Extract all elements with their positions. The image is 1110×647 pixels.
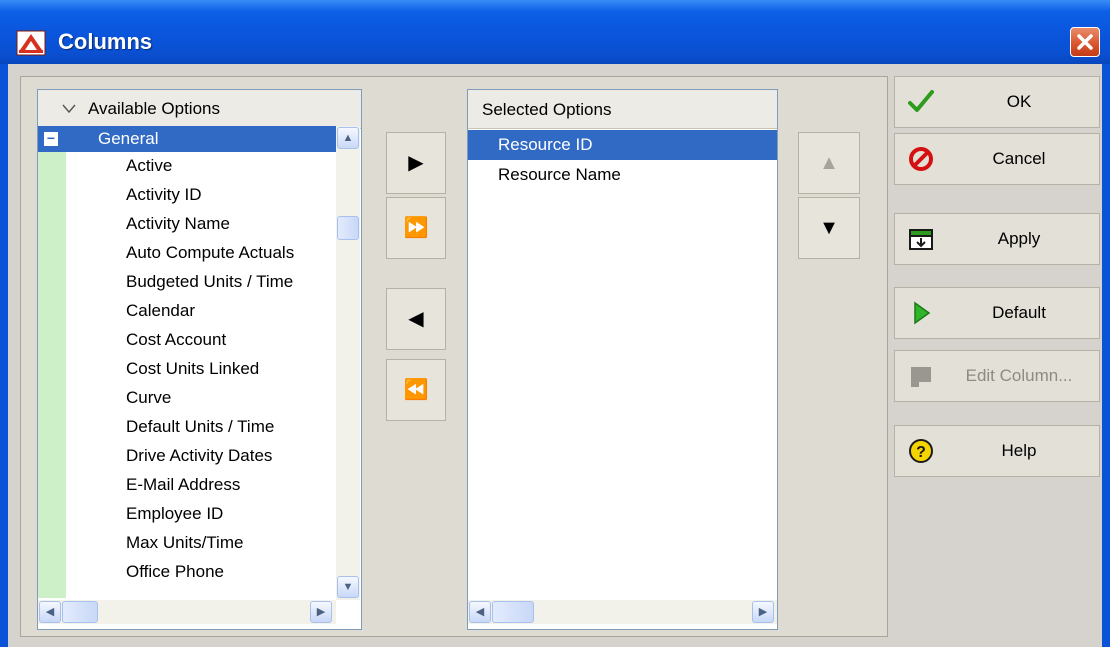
available-options-title: Available Options (88, 99, 220, 118)
cancel-button[interactable]: Cancel (894, 133, 1100, 185)
apply-label: Apply (997, 229, 1041, 248)
help-label: Help (1001, 441, 1037, 460)
scroll-thumb[interactable] (492, 601, 534, 623)
add-all-button[interactable]: ⏩ (386, 197, 446, 259)
apply-icon (909, 229, 933, 250)
available-vertical-scrollbar[interactable]: ▲ ▼ (336, 126, 360, 600)
close-icon (1077, 34, 1093, 50)
ok-button[interactable]: OK (894, 76, 1100, 128)
help-icon: ? (909, 439, 933, 463)
checkmark-icon (908, 90, 934, 112)
list-item[interactable]: Auto Compute Actuals (126, 239, 334, 267)
list-item[interactable]: Employee ID (126, 500, 334, 528)
list-item[interactable]: Calendar (126, 297, 334, 325)
window-title: Columns (58, 29, 153, 54)
apply-button[interactable]: Apply (894, 213, 1100, 265)
scroll-down-button[interactable]: ▼ (337, 576, 359, 598)
columns-window: Columns Available Options − General Acti… (0, 0, 1110, 647)
edit-column-label: Edit Column... (965, 366, 1073, 385)
group-label: General (98, 129, 159, 148)
scroll-left-button[interactable]: ◀ (469, 601, 491, 623)
group-stripe (38, 128, 66, 598)
play-triangle-icon (914, 301, 931, 325)
edit-column-icon (911, 367, 931, 387)
app-logo-icon (16, 30, 46, 56)
remove-all-button[interactable]: ⏪ (386, 359, 446, 421)
available-horizontal-scrollbar[interactable]: ◀ ▶ (38, 600, 336, 624)
cancel-label: Cancel (992, 149, 1046, 168)
selected-horizontal-scrollbar[interactable]: ◀ ▶ (468, 600, 777, 624)
ok-label: OK (1006, 92, 1032, 111)
list-item[interactable]: Curve (126, 384, 334, 412)
sort-chevron-icon (62, 104, 76, 114)
edit-column-button[interactable]: Edit Column... (894, 350, 1100, 402)
group-row-general[interactable]: − General (38, 126, 336, 152)
scroll-thumb[interactable] (62, 601, 98, 623)
svg-text:?: ? (916, 444, 926, 461)
list-item[interactable]: Resource Name (468, 160, 777, 190)
collapse-toggle[interactable]: − (44, 131, 58, 146)
selected-options-header[interactable]: Selected Options (468, 90, 777, 129)
list-item[interactable]: Active (126, 152, 334, 180)
selected-options-title: Selected Options (482, 100, 612, 119)
move-up-button[interactable]: ▲ (798, 132, 860, 194)
default-button[interactable]: Default (894, 287, 1100, 339)
list-item[interactable]: Resource ID (468, 130, 777, 160)
scroll-thumb[interactable] (337, 216, 359, 240)
move-down-button[interactable]: ▼ (798, 197, 860, 259)
list-item[interactable]: Cost Account (126, 326, 334, 354)
selected-options-list[interactable]: Selected Options Resource ID Resource Nam… (467, 89, 778, 630)
scroll-right-button[interactable]: ▶ (752, 601, 774, 623)
scroll-right-button[interactable]: ▶ (310, 601, 332, 623)
default-label: Default (992, 303, 1046, 322)
list-item[interactable]: Default Units / Time (126, 413, 334, 441)
list-item[interactable]: E-Mail Address (126, 471, 334, 499)
title-bar[interactable]: Columns (0, 0, 1110, 64)
help-button[interactable]: ? Help (894, 425, 1100, 477)
list-item[interactable]: Drive Activity Dates (126, 442, 334, 470)
available-options-header[interactable]: Available Options (38, 90, 361, 129)
scroll-left-button[interactable]: ◀ (39, 601, 61, 623)
add-button[interactable]: ▶ (386, 132, 446, 194)
available-options-list[interactable]: Available Options − General Active Activi… (37, 89, 362, 630)
list-item[interactable]: Budgeted Units / Time (126, 268, 334, 296)
list-item[interactable]: Office Phone (126, 558, 334, 586)
list-item[interactable]: Activity ID (126, 181, 334, 209)
list-item[interactable]: Max Units/Time (126, 529, 334, 557)
list-item[interactable]: Activity Name (126, 210, 334, 238)
cancel-icon (909, 147, 933, 171)
scroll-up-button[interactable]: ▲ (337, 127, 359, 149)
list-item[interactable]: Cost Units Linked (126, 355, 334, 383)
remove-button[interactable]: ◀ (386, 288, 446, 350)
close-button[interactable] (1070, 27, 1100, 57)
